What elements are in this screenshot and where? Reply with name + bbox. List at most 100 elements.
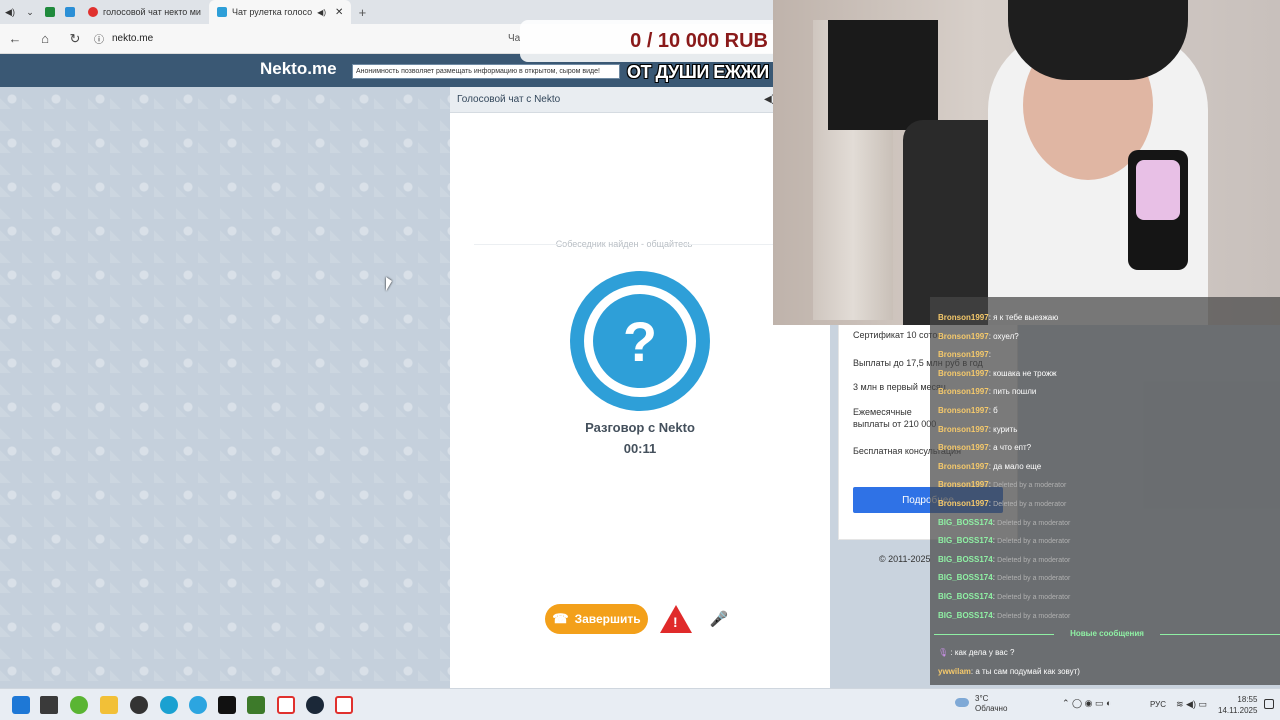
chat-username[interactable]: Bronson1997 (938, 350, 989, 359)
chevron-down-icon[interactable]: ⌄ (20, 0, 40, 24)
webcam-microphone-light (1136, 160, 1180, 220)
chat-message: Bronson1997: (938, 350, 991, 359)
chat-username[interactable]: Bronson1997 (938, 462, 989, 471)
chat-text: б (993, 406, 998, 415)
notifications-icon[interactable] (1264, 699, 1274, 709)
chat-text: кошака не трожж (993, 368, 1057, 378)
site-info-icon[interactable]: ⓘ (94, 31, 104, 46)
chat-username[interactable]: Bronson1997 (938, 499, 989, 508)
new-tab-button[interactable]: + (351, 5, 373, 20)
obs-app-icon[interactable] (130, 696, 148, 714)
task-view-icon[interactable] (40, 696, 58, 714)
anonymity-notice: Анонимность позволяет размещать информац… (352, 64, 620, 79)
weather-widget[interactable]: 3°C Облачно (975, 694, 1007, 714)
app-icon[interactable] (218, 696, 236, 714)
chat-text: Deleted by a moderator (997, 575, 1071, 583)
webcam-feed (773, 0, 1280, 325)
yandex-browser-icon[interactable] (335, 696, 353, 714)
chat-text: Deleted by a moderator (997, 612, 1071, 620)
back-button[interactable]: ← (0, 31, 30, 46)
warning-mark: ! (673, 614, 678, 630)
chat-text: да мало еще (993, 461, 1042, 471)
chat-message: 🎙 : как дела у вас ? (938, 648, 1014, 657)
partner-found-status: Собеседник найден - общайтесь (474, 239, 774, 249)
home-button[interactable]: ⌂ (30, 31, 60, 46)
end-call-button[interactable]: ☎ Завершить (545, 604, 648, 634)
page-title-partial: Ча (508, 33, 521, 44)
vpn-app-icon[interactable] (247, 696, 265, 714)
speaker-icon[interactable]: ◀) (0, 0, 20, 24)
chat-message: Bronson1997: Deleted by a moderator (938, 480, 1066, 489)
clock[interactable]: 18:55 14.11.2025 (1218, 694, 1257, 716)
tray-status-icons[interactable]: ≋ ◀) ▭ (1176, 699, 1207, 710)
chat-message: BIG_BOSS174: Deleted by a moderator (938, 573, 1070, 582)
new-messages-divider: Новые сообщения (934, 629, 1280, 638)
chat-text: а ты сам подумай как зовут) (975, 666, 1080, 676)
chat-text: курить (993, 424, 1018, 434)
microphone-icon[interactable]: 🎤 (706, 605, 732, 633)
chat-username[interactable]: BIG_BOSS174 (938, 573, 993, 582)
chat-text: Deleted by a moderator (997, 556, 1071, 564)
chat-text: охуел? (993, 331, 1019, 341)
torrent-app-icon[interactable] (70, 696, 88, 714)
edge-browser-icon[interactable] (160, 696, 178, 714)
chat-username[interactable]: Bronson1997 (938, 425, 989, 434)
file-explorer-icon[interactable] (100, 696, 118, 714)
excel-tab-icon[interactable] (40, 0, 60, 24)
tab-nekto[interactable]: Чат рулетка голосо ◀) ✕ (208, 0, 352, 24)
question-mark-icon: ? (584, 285, 696, 397)
tab-label: голосовой чат некто ми (103, 7, 201, 17)
chat-message: Bronson1997: да мало еще (938, 462, 1041, 471)
yandex-icon[interactable] (277, 696, 295, 714)
copyright: © 2011-2025 (879, 554, 931, 564)
chat-text: Deleted by a moderator (993, 482, 1067, 490)
mouse-cursor-icon (386, 277, 392, 291)
url-text: nekto.me (112, 33, 154, 44)
chat-username[interactable]: Bronson1997 (938, 480, 989, 489)
chat-username[interactable]: BIG_BOSS174 (938, 611, 993, 620)
tab-audio-icon[interactable]: ◀) (317, 8, 326, 17)
chat-message: BIG_BOSS174: Deleted by a moderator (938, 536, 1070, 545)
windows-start-icon[interactable] (12, 696, 30, 714)
reload-button[interactable]: ↻ (60, 31, 90, 47)
phone-hangup-icon: ☎ (552, 611, 569, 626)
taskbar: 3°C Облачно ⌃ ◯ ◉ ▭ ◐ РУС ≋ ◀) ▭ 18:55 1… (0, 688, 1280, 720)
chat-message: BIG_BOSS174: Deleted by a moderator (938, 611, 1070, 620)
chat-message: Bronson1997: охуел? (938, 332, 1019, 341)
chat-username[interactable]: BIG_BOSS174 (938, 555, 993, 564)
language-indicator[interactable]: РУС (1150, 700, 1166, 709)
chat-message: ywwilam: а ты сам подумай как зовут) (938, 667, 1080, 676)
chat-username[interactable]: ywwilam (938, 667, 971, 676)
chat-username[interactable]: BIG_BOSS174 (938, 592, 993, 601)
chat-username[interactable]: Bronson1997 (938, 313, 989, 322)
chat-text: как дела у вас ? (954, 648, 1015, 657)
steam-icon[interactable] (306, 696, 324, 714)
url-field[interactable]: ⓘ nekto.me (94, 31, 153, 46)
chat-username[interactable]: Bronson1997 (938, 387, 989, 396)
chat-text: Deleted by a moderator (997, 519, 1071, 527)
chat-username[interactable]: Bronson1997 (938, 332, 989, 341)
close-icon[interactable]: ✕ (335, 7, 343, 18)
chat-text: Deleted by a moderator (993, 501, 1067, 508)
chat-username[interactable]: Bronson1997 (938, 369, 989, 378)
chat-username[interactable]: Bronson1997 (938, 406, 989, 415)
chat-username[interactable]: BIG_BOSS174 (938, 518, 993, 527)
end-call-label: Завершить (574, 612, 641, 626)
telegram-tab-icon[interactable] (60, 0, 80, 24)
system-tray[interactable]: ⌃ ◯ ◉ ▭ ◐ (1062, 698, 1111, 709)
chat-message: Bronson1997: курить (938, 425, 1017, 434)
weather-desc: Облачно (975, 704, 1008, 713)
chat-text: я к тебе выезжаю (993, 313, 1059, 322)
conversation-title: Разговор с Nekto (585, 420, 695, 435)
tab-search[interactable]: голосовой чат некто ми (80, 0, 209, 24)
chat-username[interactable]: BIG_BOSS174 (938, 536, 993, 545)
clock-time: 18:55 (1237, 695, 1258, 704)
chat-message: Bronson1997: пить пошли (938, 387, 1036, 396)
report-warning-icon[interactable]: ! (660, 605, 692, 633)
chat-username[interactable]: Bronson1997 (938, 443, 989, 452)
chat-message: BIG_BOSS174: Deleted by a moderator (938, 518, 1070, 527)
telegram-icon[interactable] (189, 696, 207, 714)
search-favicon-icon (88, 7, 98, 17)
site-logo[interactable]: Nekto.me (260, 59, 337, 79)
stream-chat: Новые сообщения Bronson1997: я к тебе вы… (930, 297, 1280, 685)
